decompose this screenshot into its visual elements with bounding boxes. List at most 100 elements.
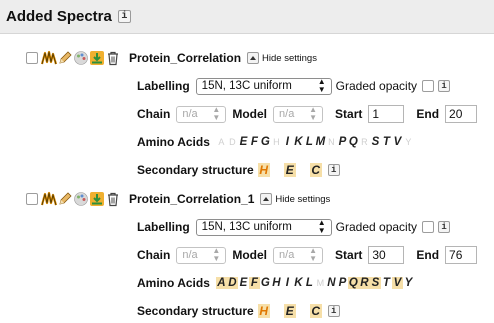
trash-icon[interactable] xyxy=(105,191,121,207)
amino-acid-toggle-H[interactable]: H xyxy=(271,277,282,289)
download-icon[interactable] xyxy=(89,50,105,66)
secondary-structure-label: Secondary structure xyxy=(137,163,254,177)
start-label: Start xyxy=(335,248,363,262)
spectrum-peaks-icon[interactable] xyxy=(41,191,57,207)
ss-toggle-strand[interactable]: E xyxy=(283,304,296,318)
amino-acid-toggle-I[interactable]: I xyxy=(282,277,293,289)
amino-acid-toggle-K[interactable]: K xyxy=(293,136,304,148)
select-arrows-icon: ▲ ▼ xyxy=(317,77,326,94)
amino-acid-toggle-Y[interactable]: Y xyxy=(403,277,414,289)
amino-acid-toggle-L[interactable]: L xyxy=(304,277,315,289)
secondary-structure-label: Secondary structure xyxy=(137,304,254,318)
amino-acid-toggle-Y[interactable]: Y xyxy=(403,137,414,147)
graded-opacity-checkbox[interactable] xyxy=(422,221,435,233)
palette-icon[interactable] xyxy=(73,50,89,66)
amino-acid-toggle-Q[interactable]: Q xyxy=(348,136,359,148)
amino-acid-toggle-D[interactable]: D xyxy=(226,277,238,289)
select-arrows-icon: ▲ ▼ xyxy=(309,105,318,122)
end-label: End xyxy=(416,248,440,262)
start-label: Start xyxy=(335,107,363,121)
start-input[interactable]: 30 xyxy=(368,246,405,264)
amino-acid-toggles: ADEFGHIKLMNPQRSTVY xyxy=(215,277,414,289)
amino-acid-toggle-M[interactable]: M xyxy=(315,136,326,148)
labelling-select[interactable]: 15N, 13C uniform ▲ ▼ xyxy=(195,77,332,95)
amino-acid-toggle-G[interactable]: G xyxy=(260,277,271,289)
amino-acid-toggle-G[interactable]: G xyxy=(260,136,271,148)
amino-acids-label: Amino Acids xyxy=(137,276,210,290)
amino-acid-toggle-R[interactable]: R xyxy=(359,137,370,147)
model-value: n/a xyxy=(279,108,295,120)
amino-acid-toggle-R[interactable]: R xyxy=(358,277,370,289)
model-select[interactable]: n/a ▲ ▼ xyxy=(273,105,324,123)
amino-acid-toggle-E[interactable]: E xyxy=(238,136,249,148)
info-icon[interactable]: i xyxy=(327,305,340,317)
end-input[interactable]: 20 xyxy=(445,105,478,123)
model-label: Model xyxy=(232,107,268,121)
graded-opacity-checkbox[interactable] xyxy=(422,80,435,92)
info-icon[interactable]: i xyxy=(117,10,131,23)
amino-acid-toggles: ADEFGHIKLMNPQRSTVY xyxy=(216,136,414,148)
amino-acid-toggle-A[interactable]: A xyxy=(216,137,227,147)
labelling-value: 15N, 13C uniform xyxy=(201,221,292,233)
hide-settings-link[interactable]: Hide settings xyxy=(275,194,330,205)
amino-acid-toggle-V[interactable]: V xyxy=(392,136,403,148)
labelling-label: Labelling xyxy=(137,220,190,234)
amino-acid-toggle-N[interactable]: N xyxy=(326,137,337,147)
end-input[interactable]: 76 xyxy=(445,246,478,264)
ss-toggle-helix[interactable]: H xyxy=(257,304,270,318)
select-arrows-icon: ▲ ▼ xyxy=(317,218,326,235)
hide-settings-link[interactable]: Hide settings xyxy=(262,53,317,64)
amino-acid-toggle-S[interactable]: S xyxy=(370,136,381,148)
chain-select[interactable]: n/a ▲ ▼ xyxy=(176,105,227,123)
chain-select[interactable]: n/a ▲ ▼ xyxy=(176,246,227,264)
collapse-toggle-icon[interactable] xyxy=(260,193,273,205)
start-input[interactable]: 1 xyxy=(368,105,405,123)
select-arrows-icon: ▲ ▼ xyxy=(212,246,221,263)
amino-acid-toggle-P[interactable]: P xyxy=(337,136,348,148)
amino-acid-toggle-P[interactable]: P xyxy=(337,277,348,289)
ss-toggle-coil[interactable]: C xyxy=(309,304,322,318)
amino-acid-toggle-H[interactable]: H xyxy=(271,137,282,147)
labelling-label: Labelling xyxy=(137,79,190,93)
amino-acid-toggle-M[interactable]: M xyxy=(315,278,326,288)
labelling-value: 15N, 13C uniform xyxy=(201,80,292,92)
info-icon[interactable]: i xyxy=(438,221,451,233)
amino-acid-toggle-I[interactable]: I xyxy=(282,136,293,148)
palette-icon[interactable] xyxy=(73,191,89,207)
spectrum-visible-checkbox[interactable] xyxy=(26,193,38,205)
model-value: n/a xyxy=(279,249,295,261)
labelling-select[interactable]: 15N, 13C uniform ▲ ▼ xyxy=(195,218,332,236)
spectrum-peaks-icon[interactable] xyxy=(41,50,57,66)
ss-toggle-helix[interactable]: H xyxy=(257,163,270,177)
amino-acid-toggle-T[interactable]: T xyxy=(381,136,392,148)
trash-icon[interactable] xyxy=(105,50,121,66)
amino-acid-toggle-L[interactable]: L xyxy=(304,136,315,148)
amino-acid-toggle-E[interactable]: E xyxy=(238,277,249,289)
section-title: Added Spectra xyxy=(6,8,112,25)
secondary-structure-toggles: HEC xyxy=(257,304,322,318)
download-icon[interactable] xyxy=(89,191,105,207)
amino-acid-toggle-Q[interactable]: Q xyxy=(347,277,359,289)
pencil-icon[interactable] xyxy=(57,50,73,66)
select-arrows-icon: ▲ ▼ xyxy=(212,105,221,122)
amino-acid-toggle-T[interactable]: T xyxy=(381,277,392,289)
ss-toggle-coil[interactable]: C xyxy=(309,163,322,177)
ss-toggle-strand[interactable]: E xyxy=(283,163,296,177)
pencil-icon[interactable] xyxy=(57,191,73,207)
amino-acid-toggle-K[interactable]: K xyxy=(293,277,304,289)
amino-acid-toggle-N[interactable]: N xyxy=(326,277,337,289)
model-select[interactable]: n/a ▲ ▼ xyxy=(273,246,324,264)
collapse-toggle-icon[interactable] xyxy=(247,52,260,64)
spectrum-visible-checkbox[interactable] xyxy=(26,52,38,64)
info-icon[interactable]: i xyxy=(327,164,340,176)
chain-label: Chain xyxy=(137,248,171,262)
amino-acid-toggle-A[interactable]: A xyxy=(215,277,227,289)
info-icon[interactable]: i xyxy=(438,80,451,92)
amino-acid-toggle-F[interactable]: F xyxy=(248,277,260,289)
amino-acid-toggle-D[interactable]: D xyxy=(227,137,238,147)
amino-acid-toggle-V[interactable]: V xyxy=(391,277,403,289)
secondary-structure-toggles: HEC xyxy=(257,163,322,177)
amino-acid-toggle-S[interactable]: S xyxy=(369,277,381,289)
amino-acid-toggle-F[interactable]: F xyxy=(249,136,260,148)
added-spectra-header: Added Spectra i xyxy=(0,0,494,34)
